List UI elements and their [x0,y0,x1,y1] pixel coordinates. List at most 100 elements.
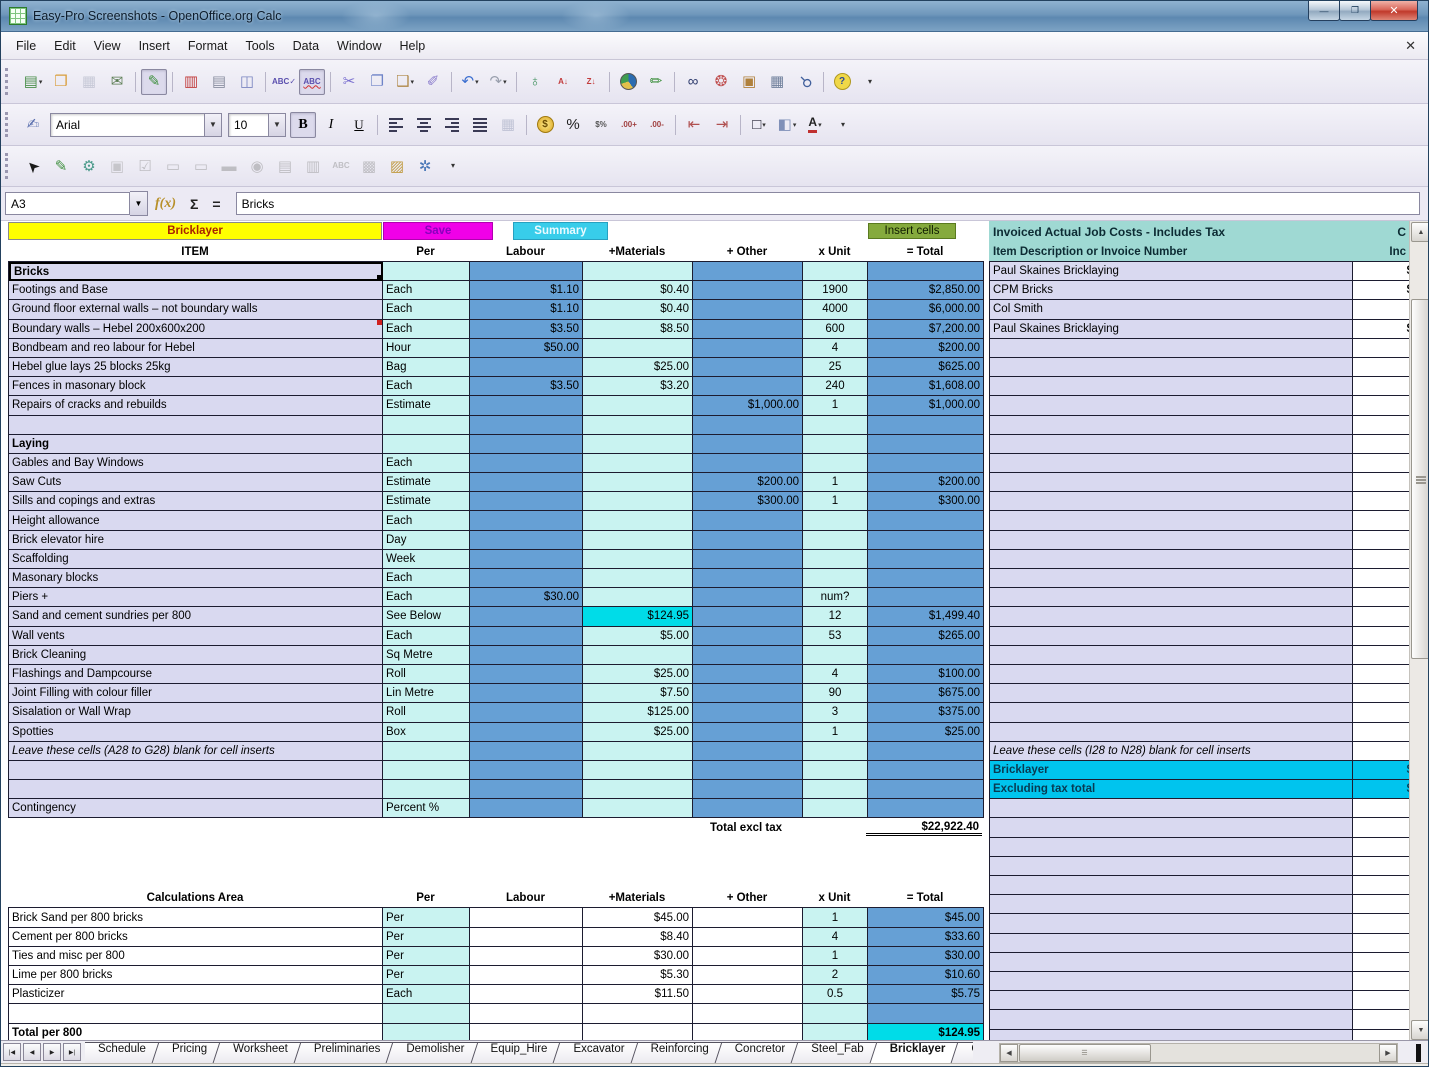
cell[interactable]: Roll [383,703,470,722]
cell[interactable]: Hebel glue lays 25 blocks 25kg [9,358,383,377]
cell[interactable] [803,1024,868,1040]
menu-item-file[interactable]: File [7,36,45,56]
cell[interactable] [693,300,803,319]
cell[interactable] [693,1024,803,1040]
summary-button[interactable]: Summary [513,222,608,240]
bold-button[interactable]: B [290,112,316,138]
cell[interactable]: Flashings and Dampcourse [9,665,383,684]
cell[interactable] [470,703,583,722]
close-button[interactable]: ✕ [1370,1,1418,21]
cell[interactable] [1353,799,1409,818]
cell[interactable] [470,454,583,473]
cell[interactable]: 1 [803,947,868,966]
hyperlink-button[interactable]: ♁ [522,69,548,95]
cell[interactable] [1353,339,1409,358]
cell[interactable] [868,742,984,761]
insert-chart-button[interactable] [615,69,641,95]
cell[interactable] [693,377,803,396]
tab-demolisher[interactable]: Demolisher [393,1041,477,1063]
cell[interactable]: $5.30 [583,966,693,985]
cell[interactable] [1353,377,1409,396]
cell[interactable]: $265.00 [868,627,984,646]
cell[interactable]: $3.50 [470,320,583,339]
cell[interactable] [1353,435,1409,454]
cell[interactable] [470,627,583,646]
new-document-button[interactable]: ▤▾ [20,69,46,95]
underline-button[interactable]: U [346,112,372,138]
cell[interactable] [1353,972,1409,991]
cell[interactable] [1353,396,1409,415]
cell[interactable] [990,607,1353,626]
cell[interactable] [470,665,583,684]
cell[interactable]: 4 [803,339,868,358]
sheet-nav-last-icon[interactable]: ▶| [63,1043,81,1061]
cell[interactable] [693,627,803,646]
cell[interactable] [470,985,583,1004]
cell[interactable] [470,646,583,665]
cell[interactable] [470,1024,583,1040]
tab-worksheet[interactable]: Worksheet [220,1041,301,1063]
close-document-icon[interactable]: ✕ [1405,38,1416,54]
cell[interactable] [583,339,693,358]
cell[interactable] [990,454,1353,473]
cell[interactable] [803,454,868,473]
cell[interactable]: Each [383,627,470,646]
cell[interactable] [470,358,583,377]
cell[interactable]: 1 [803,723,868,742]
font-name-combo[interactable]: Arial ▼ [50,113,222,137]
cell[interactable]: Joint Filling with colour filler [9,684,383,703]
cell[interactable]: $124.95 [583,607,693,626]
cell[interactable]: Repairs of cracks and rebuilds [9,396,383,415]
increase-indent-button[interactable]: ⇥ [709,112,735,138]
find-replace-button[interactable]: ∞ [680,69,706,95]
cell[interactable] [990,1010,1353,1029]
decrease-indent-button[interactable]: ⇤ [681,112,707,138]
cell[interactable] [693,320,803,339]
cell[interactable]: $3.50 [470,377,583,396]
cell[interactable] [383,416,470,435]
cell[interactable]: $30.00 [583,947,693,966]
cell[interactable] [803,569,868,588]
cell[interactable]: Per [383,947,470,966]
cell[interactable] [470,569,583,588]
cell[interactable] [383,761,470,780]
cell[interactable]: 12 [803,607,868,626]
form-design-button[interactable]: ▨ [384,153,410,179]
menu-item-insert[interactable]: Insert [130,36,179,56]
cell[interactable]: $200.00 [868,339,984,358]
cell[interactable] [990,934,1353,953]
cell[interactable]: Paul Skaines Bricklaying [990,320,1353,339]
number-format-percent-button[interactable]: % [560,112,586,138]
cell[interactable] [803,761,868,780]
cell[interactable]: Lime per 800 bricks [9,966,383,985]
font-color-button[interactable]: A▾ [802,112,828,138]
cell[interactable]: Spotties [9,723,383,742]
cell[interactable]: $6,000.00 [868,300,984,319]
help-button[interactable]: ? [829,69,855,95]
cell[interactable] [990,799,1353,818]
cell[interactable] [583,1004,693,1023]
cell[interactable] [693,703,803,722]
horizontal-scroll-thumb[interactable]: ☰ [1019,1044,1151,1062]
cell[interactable] [990,895,1353,914]
cell[interactable] [693,531,803,550]
tab-schedule[interactable]: Schedule [85,1041,159,1063]
undo-button[interactable]: ↶▾ [457,69,483,95]
cell[interactable] [803,646,868,665]
cell[interactable]: Estimate [383,396,470,415]
cell[interactable] [990,358,1353,377]
cell[interactable]: $1.10 [470,281,583,300]
cell[interactable]: 1 [803,492,868,511]
cell[interactable] [583,550,693,569]
background-color-button[interactable]: ◧▾ [774,112,800,138]
cell[interactable]: Masonary blocks [9,569,383,588]
page-preview-button[interactable]: ◫ [234,69,260,95]
cell[interactable]: Boundary walls – Hebel 200x600x200 [9,320,383,339]
cell[interactable] [1353,914,1409,933]
cell[interactable]: Bricks [9,262,383,281]
cell[interactable] [990,588,1353,607]
cell[interactable] [693,799,803,818]
cell[interactable]: Each [383,377,470,396]
cell[interactable]: $1,608.00 [868,377,984,396]
cell[interactable]: Each [383,569,470,588]
